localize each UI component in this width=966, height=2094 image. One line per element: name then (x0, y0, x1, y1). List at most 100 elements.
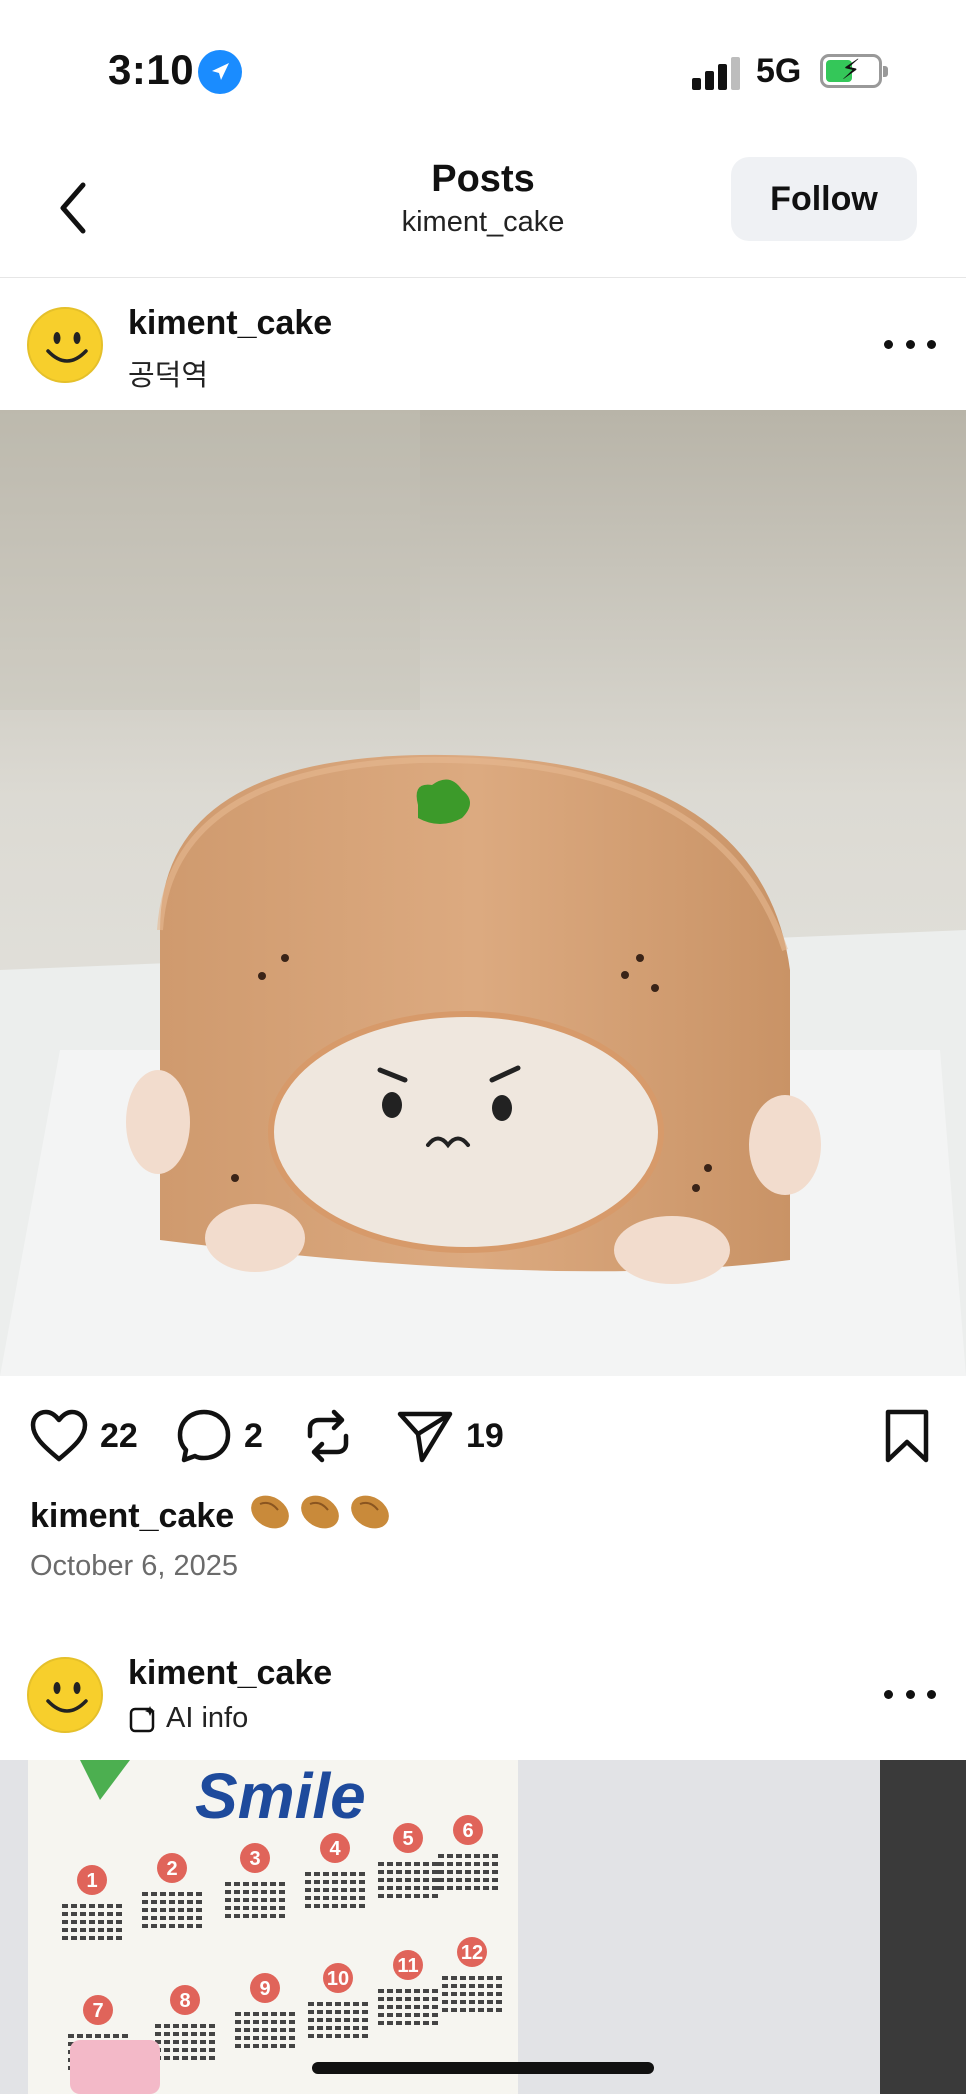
post-username[interactable]: kiment_cake (128, 304, 332, 343)
calendar-day-cell (308, 2018, 314, 2022)
calendar-day-cell (261, 1882, 267, 1886)
comment-button[interactable]: 2 (176, 1400, 263, 1472)
calendar-day-cell (478, 1976, 484, 1980)
calendar-day-cell (496, 1976, 502, 1980)
calendar-day-cell (164, 2032, 170, 2036)
calendar-day-cell (182, 2024, 188, 2028)
calendar-day-cell (423, 2005, 429, 2009)
calendar-day-cell (289, 2020, 295, 2024)
calendar-day-cell (487, 2000, 493, 2004)
post-location[interactable]: 공덕역 (128, 352, 208, 394)
calendar-day-cell (442, 1992, 448, 1996)
calendar-day-cell (451, 1984, 457, 1988)
calendar-day-cell (414, 1894, 420, 1898)
calendar-day-cell (253, 2020, 259, 2024)
share-button[interactable]: 19 (396, 1400, 504, 1472)
calendar-day-cell (252, 1914, 258, 1918)
calendar-day-cell (289, 2044, 295, 2048)
calendar-day-cell (234, 1914, 240, 1918)
calendar-day-cell (483, 1870, 489, 1874)
ai-info-link[interactable]: AI info (128, 1702, 248, 1735)
avatar[interactable] (27, 307, 103, 383)
calendar-day-cell (107, 1904, 113, 1908)
calendar-day-cell (314, 1880, 320, 1884)
calendar-day-cell (71, 1920, 77, 1924)
calendar-day-cell (104, 2034, 110, 2038)
calendar-day-cell (341, 1896, 347, 1900)
calendar-day-cell (469, 2000, 475, 2004)
repost-button[interactable] (302, 1400, 354, 1472)
calendar-day-cell (151, 1900, 157, 1904)
calendar-day-cell (225, 1898, 231, 1902)
calendar-day-cell (483, 1854, 489, 1858)
calendar-day-cell (98, 1904, 104, 1908)
ai-info-icon (129, 1705, 155, 1732)
calendar-day-cell (173, 2056, 179, 2060)
calendar-day-cell (289, 2028, 295, 2032)
calendar-day-cell (483, 1886, 489, 1890)
calendar-day-cell (447, 1862, 453, 1866)
status-bar: 3:10 5G ⚡ (0, 0, 966, 140)
like-button[interactable]: 22 (30, 1400, 138, 1472)
calendar-day-cell (305, 1872, 311, 1876)
calendar-day-cell (200, 2032, 206, 2036)
calendar-day-cell (89, 1936, 95, 1940)
post-location-label: 공덕역 (128, 360, 209, 392)
calendar-heading: Smile (195, 1760, 366, 1832)
calendar-day-cell (387, 1862, 393, 1866)
calendar-day-cell (200, 2056, 206, 2060)
avatar[interactable] (27, 1657, 103, 1733)
calendar-day-cell (182, 2056, 188, 2060)
calendar-day-cell (396, 1862, 402, 1866)
calendar-day-cell (235, 2036, 241, 2040)
calendar-day-cell (456, 1854, 462, 1858)
calendar-day-cell (478, 2008, 484, 2012)
home-indicator[interactable] (312, 2062, 654, 2074)
calendar-day-cell (164, 2040, 170, 2044)
calendar-day-cell (451, 1976, 457, 1980)
calendar-day-cell (414, 1862, 420, 1866)
follow-button[interactable]: Follow (731, 157, 917, 241)
calendar-day-cell (196, 1908, 202, 1912)
calendar-day-cell (200, 2040, 206, 2044)
calendar-day-cell (243, 1914, 249, 1918)
save-button[interactable] (884, 1400, 930, 1472)
calendar-day-cell (442, 2008, 448, 2012)
more-options-button[interactable] (884, 1674, 936, 1714)
calendar-day-cell (447, 1870, 453, 1874)
calendar-day-cell (187, 1924, 193, 1928)
calendar-day-cell (77, 2034, 83, 2038)
calendar-day-cell (423, 1870, 429, 1874)
calendar-day-cell (308, 2010, 314, 2014)
calendar-day-cell (234, 1898, 240, 1902)
post-image[interactable]: Smile 1 2 3 4 5 6 7 8 9 10 11 12 (0, 1760, 966, 2094)
calendar-day-cell (160, 1924, 166, 1928)
battery-icon: ⚡ (820, 54, 888, 88)
dot (905, 1689, 915, 1699)
calendar-day-cell (122, 2034, 128, 2038)
calendar-day-cell (350, 1896, 356, 1900)
calendar-day-cell (289, 2036, 295, 2040)
calendar-day-cell (279, 1898, 285, 1902)
calendar-day-cell (487, 1984, 493, 1988)
caption-username[interactable]: kiment_cake (30, 1497, 234, 1536)
calendar-day-cell (209, 2040, 215, 2044)
calendar-day-cell (308, 2026, 314, 2030)
calendar-day-cell (447, 1854, 453, 1858)
post-image[interactable] (0, 410, 966, 1376)
calendar-day-cell (107, 1928, 113, 1932)
calendar-day-cell (187, 1892, 193, 1896)
calendar-day-cell (252, 1906, 258, 1910)
post-username[interactable]: kiment_cake (128, 1654, 332, 1693)
more-options-button[interactable] (884, 324, 936, 364)
calendar-day-cell (160, 1892, 166, 1896)
calendar-day-cell (107, 1936, 113, 1940)
calendar-day-cell (456, 1862, 462, 1866)
calendar-day-cell (178, 1908, 184, 1912)
calendar-day-cell (209, 2056, 215, 2060)
calendar-day-cell (253, 2028, 259, 2032)
calendar-month-label: 4 (329, 1838, 341, 1860)
calendar-day-cell (80, 1936, 86, 1940)
calendar-day-cell (387, 2005, 393, 2009)
calendar-day-cell (62, 1920, 68, 1924)
